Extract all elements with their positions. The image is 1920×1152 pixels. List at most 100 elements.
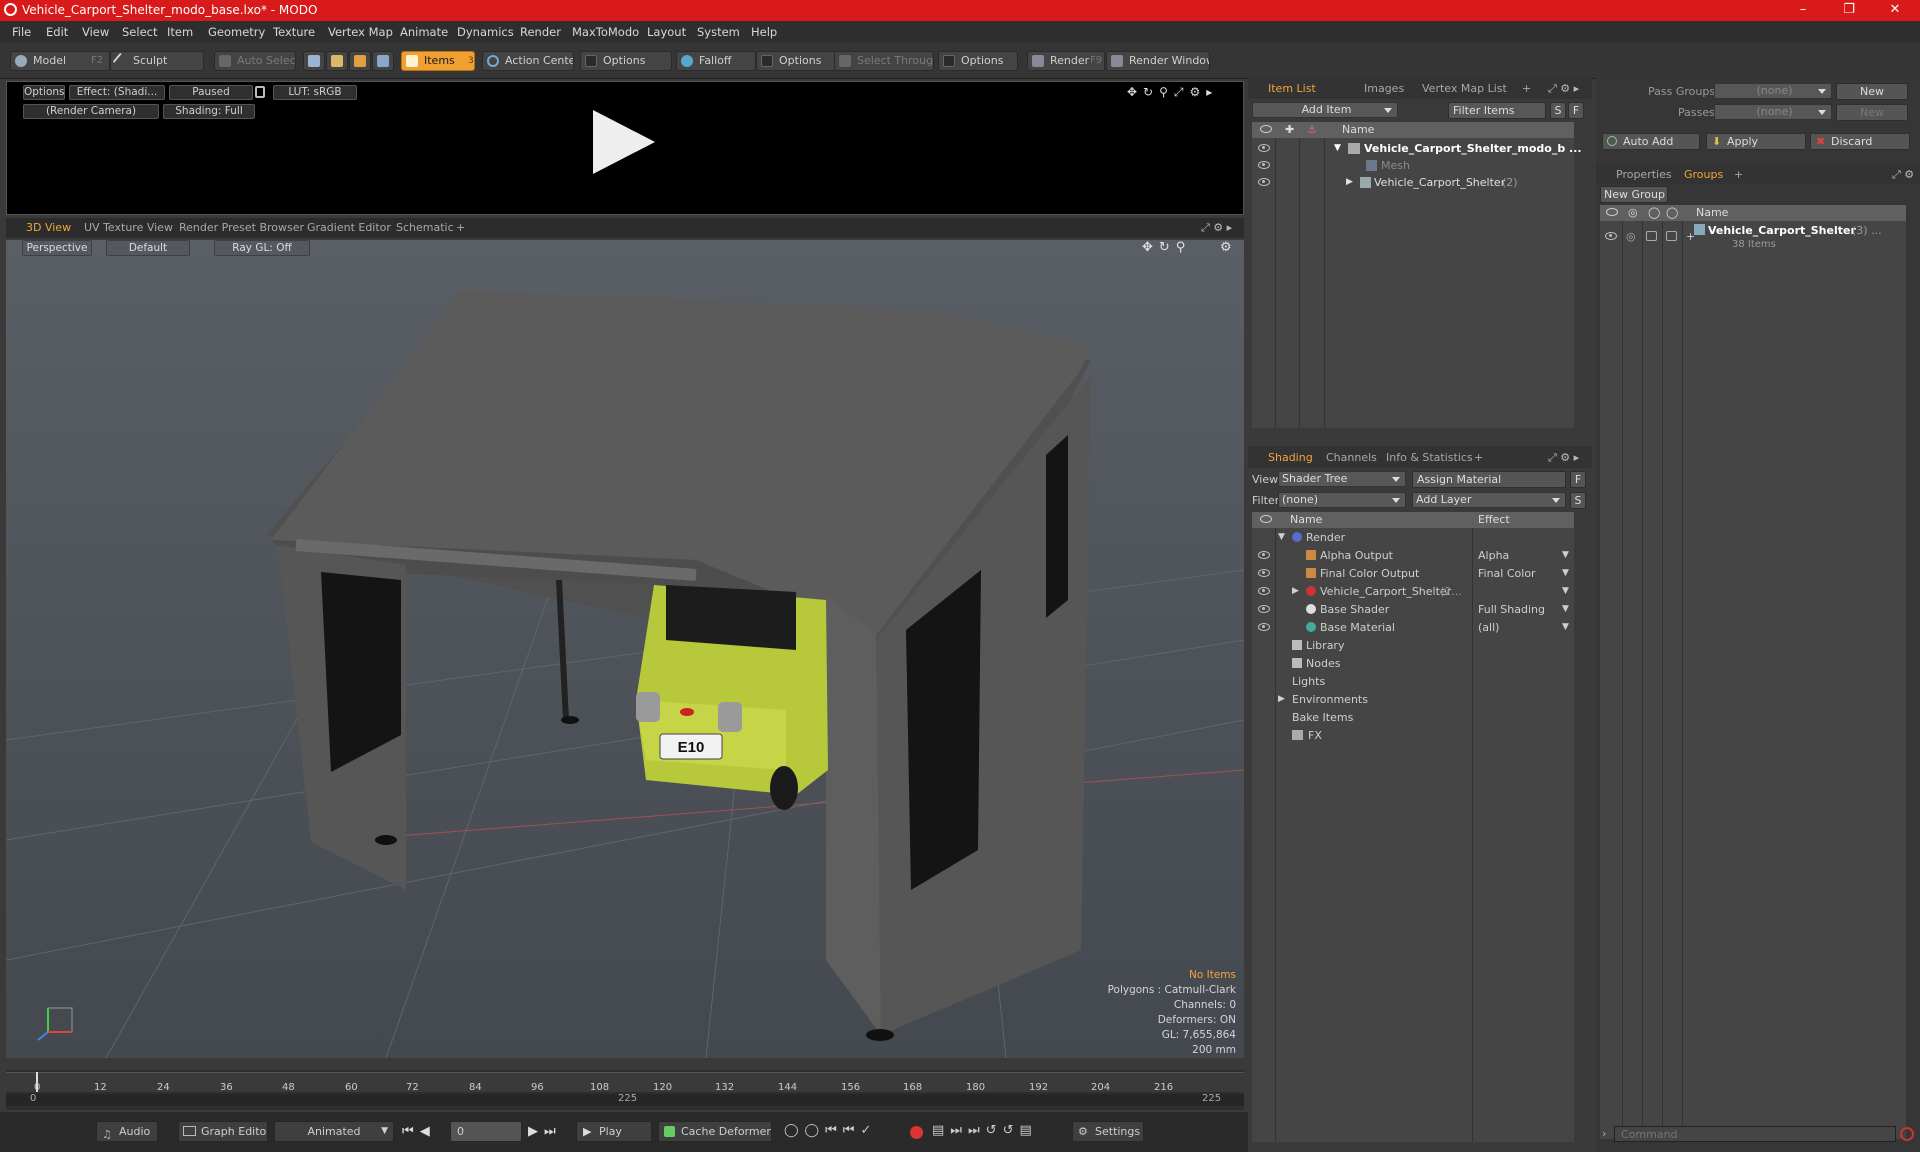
- s-toggle-button[interactable]: S: [1570, 492, 1586, 509]
- add-layer-dropdown[interactable]: Add Layer: [1412, 492, 1566, 508]
- shader-row-library[interactable]: Library: [1252, 637, 1574, 654]
- menu-maxtomodo[interactable]: MaxToModo: [572, 25, 639, 39]
- items-mode-button[interactable]: Items 3: [401, 51, 475, 71]
- animated-dropdown[interactable]: Animated ▼: [274, 1121, 394, 1142]
- effect-dropdown[interactable]: Effect: (Shadi...: [69, 85, 165, 100]
- menu-help[interactable]: Help: [751, 25, 777, 39]
- default-style-dropdown[interactable]: Default: [106, 240, 190, 256]
- panel-controls-icons[interactable]: ⤢ ⚙ ▸: [1548, 82, 1579, 96]
- tab-properties[interactable]: Properties: [1616, 168, 1672, 181]
- materials-mode-button[interactable]: [372, 51, 394, 71]
- item-row-vehicle-carport-shelter[interactable]: ▶ Vehicle_Carport_Shelter (2): [1252, 174, 1574, 191]
- menu-layout[interactable]: Layout: [647, 25, 686, 39]
- eye-icon[interactable]: [1258, 623, 1270, 631]
- item-row-scene[interactable]: ▼ Vehicle_Carport_Shelter_modo_b ...: [1252, 140, 1582, 157]
- raygl-toggle[interactable]: Ray GL: Off: [214, 240, 310, 256]
- play-button[interactable]: ▶ Play: [576, 1121, 652, 1142]
- 3d-viewport[interactable]: E10 Perspective Default Ray GL: Off ✥↻⚲ …: [6, 240, 1244, 1058]
- add-tab-button[interactable]: +: [1734, 168, 1743, 181]
- sculpt-mode-button[interactable]: Sculpt: [110, 51, 204, 71]
- tab-render-preset-browser[interactable]: Render Preset Browser: [179, 221, 304, 234]
- auto-add-button[interactable]: Auto Add: [1602, 133, 1700, 150]
- eye-icon[interactable]: [1258, 605, 1270, 613]
- expand-arrow-icon[interactable]: ▶: [1346, 174, 1353, 191]
- restore-icon[interactable]: ❐: [1826, 0, 1872, 21]
- eye-icon[interactable]: [1258, 161, 1270, 169]
- command-record-icon[interactable]: [1900, 1127, 1914, 1141]
- select-through-button[interactable]: Select Through: [834, 51, 934, 71]
- vertices-mode-button[interactable]: [303, 51, 325, 71]
- shader-row-bake-items[interactable]: Bake Items: [1252, 709, 1574, 726]
- falloff-button[interactable]: Falloff: [676, 51, 756, 71]
- select-through-options-button[interactable]: Options: [938, 51, 1018, 71]
- key-controls-icons[interactable]: ◯◯⏮⏮✓: [784, 1123, 877, 1138]
- tab-shading[interactable]: Shading: [1268, 451, 1313, 464]
- add-tab-button[interactable]: +: [1522, 82, 1531, 95]
- shader-row-base-shader[interactable]: Base Shader Full Shading ▼: [1252, 601, 1574, 618]
- shading-dropdown[interactable]: Shading: Full: [163, 104, 255, 119]
- eye-icon[interactable]: [1258, 569, 1270, 577]
- settings-button[interactable]: ⚙ Settings: [1072, 1121, 1144, 1142]
- shader-row-final-color-output[interactable]: Final Color Output Final Color ▼: [1252, 565, 1574, 582]
- chevron-down-icon[interactable]: ▼: [1562, 583, 1569, 600]
- model-mode-button[interactable]: Model F2: [10, 51, 110, 71]
- eye-icon[interactable]: [1258, 551, 1270, 559]
- play-icon[interactable]: [593, 110, 655, 174]
- expand-arrow-icon[interactable]: ▼: [1278, 529, 1285, 546]
- add-tab-button[interactable]: +: [1474, 451, 1483, 464]
- item-row-mesh[interactable]: Mesh: [1252, 157, 1574, 174]
- shader-row-render[interactable]: ▼ Render: [1252, 529, 1574, 546]
- render-options-button[interactable]: Options: [23, 85, 65, 100]
- select-checkbox[interactable]: [1666, 231, 1677, 241]
- command-expand-icon[interactable]: ›: [1602, 1127, 1606, 1140]
- eye-icon[interactable]: [1258, 587, 1270, 595]
- new-pass-button[interactable]: New: [1836, 104, 1908, 121]
- record-icon[interactable]: [910, 1126, 923, 1139]
- new-pass-group-button[interactable]: New: [1836, 83, 1908, 100]
- menu-view[interactable]: View: [82, 25, 109, 39]
- eye-icon[interactable]: [1605, 232, 1617, 240]
- render-camera-dropdown[interactable]: (Render Camera): [23, 104, 159, 119]
- menu-edit[interactable]: Edit: [46, 25, 68, 39]
- tab-vertex-map-list[interactable]: Vertex Map List: [1422, 82, 1507, 95]
- pass-groups-dropdown[interactable]: (none): [1714, 83, 1832, 99]
- tab-images[interactable]: Images: [1364, 82, 1404, 95]
- discard-button[interactable]: ✖ Discard: [1810, 133, 1910, 150]
- falloff-options-button[interactable]: Options: [756, 51, 836, 71]
- cache-deformers-button[interactable]: Cache Deformers: [658, 1121, 772, 1142]
- menu-item[interactable]: Item: [167, 25, 193, 39]
- current-frame-field[interactable]: 0: [450, 1121, 522, 1142]
- shader-row-base-material[interactable]: Base Material (all) ▼: [1252, 619, 1574, 636]
- viewport-nav-icons[interactable]: ✥↻⚲: [1142, 240, 1191, 255]
- chevron-down-icon[interactable]: ▼: [1562, 547, 1569, 564]
- command-input[interactable]: [1614, 1126, 1896, 1142]
- preview-nav-icons[interactable]: ✥↻⚲⤢⚙▸: [1127, 85, 1218, 100]
- menu-animate[interactable]: Animate: [400, 25, 448, 39]
- chevron-down-icon[interactable]: ▼: [1562, 619, 1569, 636]
- menu-render[interactable]: Render: [520, 25, 561, 39]
- menu-vertex-map[interactable]: Vertex Map: [328, 25, 393, 39]
- tab-info-statistics[interactable]: Info & Statistics: [1386, 451, 1473, 464]
- f-toggle-button[interactable]: F: [1570, 471, 1586, 488]
- filter-items-field[interactable]: Filter Items: [1448, 102, 1546, 119]
- lock-checkbox[interactable]: [1646, 231, 1657, 241]
- edges-mode-button[interactable]: [326, 51, 348, 71]
- expand-arrow-icon[interactable]: ▶: [1292, 583, 1299, 600]
- lock-icon[interactable]: [255, 86, 265, 98]
- lut-dropdown[interactable]: LUT: sRGB: [273, 85, 357, 100]
- eye-icon[interactable]: [1258, 144, 1270, 152]
- panel-controls-icons[interactable]: ⤢ ⚙: [1892, 168, 1914, 182]
- expand-arrow-icon[interactable]: ▼: [1334, 140, 1341, 157]
- menu-file[interactable]: File: [12, 25, 31, 39]
- f-toggle-button[interactable]: F: [1568, 102, 1584, 119]
- shader-row-vehicle-carport-shelter[interactable]: ▶ Vehicle_Carport_Shelter (2... ▼: [1252, 583, 1574, 600]
- new-group-button[interactable]: New Group: [1600, 186, 1668, 203]
- s-toggle-button[interactable]: S: [1550, 102, 1566, 119]
- timeline[interactable]: 0 12 24 36 48 60 72 84 96 108 120 132 14…: [6, 1070, 1244, 1110]
- assign-material-button[interactable]: Assign Material: [1412, 471, 1566, 488]
- panel-controls-icons[interactable]: ⤢ ⚙ ▸: [1548, 451, 1579, 465]
- skip-back-icons[interactable]: ⏮◀: [402, 1124, 436, 1139]
- render-toggle-icon[interactable]: ◎: [1626, 228, 1636, 245]
- tab-uv-texture-view[interactable]: UV Texture View: [84, 221, 173, 234]
- view-tab-controls-icons[interactable]: ⤢ ⚙ ▸: [1201, 221, 1232, 235]
